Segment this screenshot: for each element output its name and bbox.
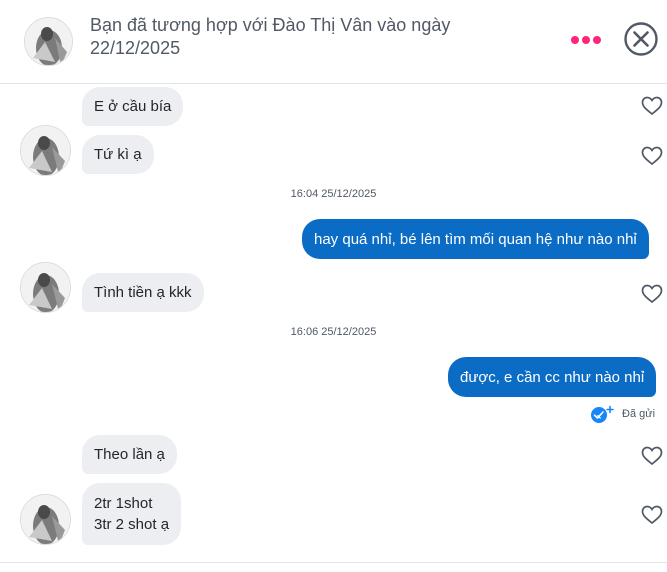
close-circle-icon: [624, 22, 658, 56]
sent-label: Đã gửi: [622, 408, 656, 420]
incoming-message[interactable]: Tứ kì ạ: [82, 135, 154, 174]
heart-icon[interactable]: [641, 446, 663, 466]
close-button[interactable]: [623, 21, 659, 57]
message-text-line: 2tr 1shot: [94, 495, 153, 512]
chat-header: Bạn đã tương hợp với Đào Thị Vân vào ngà…: [0, 0, 667, 84]
match-avatar[interactable]: [24, 17, 73, 66]
more-dots-icon: [571, 36, 579, 44]
sent-check-icon: [591, 405, 614, 423]
sender-avatar[interactable]: [20, 125, 71, 176]
more-options-button[interactable]: [568, 30, 604, 50]
message-text: Tình tiền ạ kkk: [94, 284, 192, 301]
message-text-line: 3tr 2 shot ạ: [94, 516, 170, 533]
message-text: hay quá nhỉ, bé lên tìm mối quan hệ như …: [314, 230, 637, 248]
sender-avatar[interactable]: [20, 494, 71, 545]
heart-icon[interactable]: [641, 284, 663, 304]
message-text: E ở cầu bía: [94, 98, 172, 115]
incoming-message[interactable]: Theo lần ạ: [82, 435, 177, 474]
sent-status: Đã gửi: [590, 405, 655, 423]
outgoing-message[interactable]: hay quá nhỉ, bé lên tìm mối quan hệ như …: [302, 219, 649, 259]
sender-avatar[interactable]: [20, 262, 71, 313]
message-timestamp: 16:04 25/12/2025: [290, 188, 377, 200]
incoming-message[interactable]: E ở cầu bía: [82, 87, 184, 126]
heart-icon[interactable]: [641, 96, 663, 116]
match-info-title: Bạn đã tương hợp với Đào Thị Vân vào ngà…: [90, 15, 451, 58]
outgoing-message[interactable]: được, e cần cc như nào nhỉ: [448, 357, 657, 397]
heart-icon[interactable]: [641, 146, 663, 166]
message-text: Theo lần ạ: [94, 446, 165, 463]
incoming-message[interactable]: Tình tiền ạ kkk: [82, 273, 204, 312]
message-text: Tứ kì ạ: [94, 146, 142, 163]
heart-icon[interactable]: [641, 505, 663, 525]
message-list[interactable]: E ở cầu bía Tứ kì ạ 16:04 25/12/2025 hay…: [0, 85, 667, 563]
incoming-message[interactable]: 2tr 1shot 3tr 2 shot ạ: [82, 483, 182, 545]
composer-divider: [0, 562, 667, 563]
message-timestamp: 16:06 25/12/2025: [290, 326, 377, 338]
message-text: được, e cần cc như nào nhỉ: [460, 368, 645, 386]
